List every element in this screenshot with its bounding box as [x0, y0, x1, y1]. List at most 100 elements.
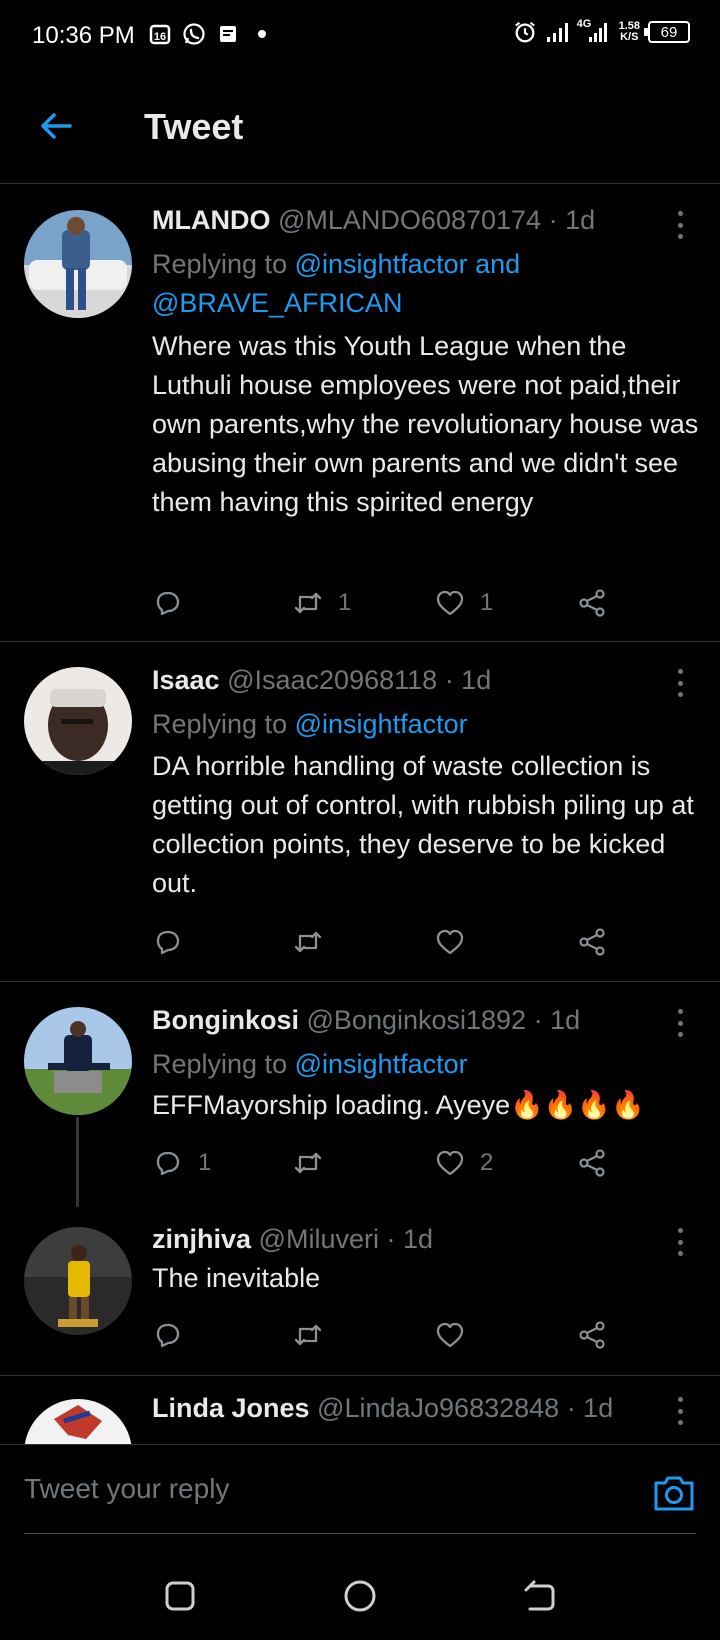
avatar[interactable]: [24, 1399, 132, 1444]
more-options-icon[interactable]: [668, 1005, 692, 1041]
tweet-actions: 1 1: [152, 583, 622, 623]
reply-underline: [24, 1533, 696, 1534]
top-bar: Tweet: [0, 72, 720, 184]
comment-icon: [156, 1151, 180, 1176]
tweet-item[interactable]: zinjhiva @Miluveri · 1d The inevitable: [0, 1207, 720, 1376]
replying-mentions[interactable]: @insightfactor: [295, 1049, 468, 1079]
tweet-header: MLANDO @MLANDO60870174 · 1d: [152, 205, 660, 236]
reply-button[interactable]: [152, 1315, 198, 1355]
back-nav-button[interactable]: [520, 1576, 560, 1616]
svg-text:16: 16: [154, 31, 166, 43]
camera-button[interactable]: [652, 1473, 696, 1513]
battery-level: 69: [660, 23, 678, 41]
replying-prefix: Replying to: [152, 249, 288, 279]
more-options-icon[interactable]: [668, 207, 692, 243]
tweet-header: Isaac @Isaac20968118 · 1d: [152, 665, 660, 696]
tweet-time: · 1d: [566, 1393, 614, 1423]
like-button[interactable]: 1: [434, 583, 493, 623]
reply-count: 1: [198, 1149, 212, 1176]
tweet-item[interactable]: Linda Jones @LindaJo96832848 · 1d: [0, 1377, 720, 1444]
status-left-icons: 16: [148, 22, 274, 46]
retweet-button[interactable]: [292, 1315, 338, 1355]
retweet-icon: [294, 1324, 322, 1346]
avatar[interactable]: [24, 1227, 132, 1335]
reply-input[interactable]: [24, 1473, 584, 1505]
avatar[interactable]: [24, 1007, 132, 1115]
tweet-item[interactable]: Bonginkosi @Bonginkosi1892 · 1d Replying…: [0, 983, 720, 1207]
avatar[interactable]: [24, 210, 132, 318]
like-button[interactable]: 2: [434, 1143, 493, 1183]
tweet-text: The inevitable: [152, 1263, 321, 1293]
retweet-icon: [294, 931, 322, 953]
like-button[interactable]: [434, 1315, 480, 1355]
status-time: 10:36 PM: [32, 22, 135, 49]
status-bar: 10:36 PM 16 4G 1.58 K/S 69: [0, 0, 720, 72]
heart-icon: [436, 929, 464, 955]
retweet-button[interactable]: 1: [292, 583, 351, 623]
avatar[interactable]: [24, 667, 132, 775]
recents-button[interactable]: [160, 1576, 200, 1616]
tweet-text: EFFMayorship loading. Ayeye🔥🔥🔥🔥: [152, 1090, 645, 1120]
replying-to: Replying to @insightfactor and @BRAVE_AF…: [152, 245, 700, 323]
square-icon: [165, 1581, 195, 1611]
tweet-time: · 1d: [548, 205, 596, 235]
share-button[interactable]: [576, 922, 608, 962]
back-button[interactable]: [36, 106, 76, 146]
author-name[interactable]: zinjhiva: [152, 1224, 251, 1254]
author-handle[interactable]: @LindaJo96832848: [317, 1393, 559, 1423]
tweet-item[interactable]: MLANDO @MLANDO60870174 · 1d Replying to …: [0, 185, 720, 642]
author-handle[interactable]: @Bonginkosi1892: [307, 1005, 527, 1035]
tweet-text: DA horrible handling of waste collection…: [152, 751, 694, 898]
net-speed: 1.58 K/S: [619, 21, 640, 43]
battery-indicator: 69: [644, 21, 690, 43]
tweet-time: · 1d: [386, 1224, 434, 1254]
more-options-icon[interactable]: [668, 1393, 692, 1429]
share-icon: [579, 1321, 605, 1349]
thread-connector: [76, 1117, 79, 1207]
share-button[interactable]: [576, 583, 608, 623]
reply-button[interactable]: [152, 922, 198, 962]
tweet-header: Linda Jones @LindaJo96832848 · 1d: [152, 1393, 660, 1424]
author-name[interactable]: Isaac: [152, 665, 220, 695]
replying-prefix: Replying to: [152, 709, 288, 739]
tweet-header: Bonginkosi @Bonginkosi1892 · 1d: [152, 1005, 660, 1036]
back-arrow-icon: [524, 1580, 555, 1611]
more-options-icon[interactable]: [668, 665, 692, 701]
replying-prefix: Replying to: [152, 1049, 288, 1079]
retweet-count: 1: [338, 589, 352, 616]
like-count: 1: [480, 589, 494, 616]
like-count: 2: [480, 1149, 494, 1176]
tweet-header: zinjhiva @Miluveri · 1d: [152, 1224, 660, 1255]
share-icon: [579, 928, 605, 956]
author-handle[interactable]: @Miluveri: [259, 1224, 379, 1254]
alarm-icon: [513, 20, 537, 44]
tweet-time: · 1d: [533, 1005, 581, 1035]
like-button[interactable]: [434, 922, 480, 962]
share-button[interactable]: [576, 1315, 608, 1355]
home-button[interactable]: [340, 1576, 380, 1616]
author-name[interactable]: MLANDO: [152, 205, 270, 235]
tweet-time: · 1d: [444, 665, 492, 695]
retweet-icon: [294, 592, 322, 614]
more-options-icon[interactable]: [668, 1224, 692, 1260]
arrow-left-icon: [41, 113, 72, 139]
share-icon: [579, 589, 605, 617]
tweet-text: Where was this Youth League when the Lut…: [152, 331, 699, 517]
retweet-button[interactable]: [292, 1143, 338, 1183]
author-name[interactable]: Linda Jones: [152, 1393, 310, 1423]
retweet-button[interactable]: [292, 922, 338, 962]
message-icon: [216, 22, 240, 46]
author-name[interactable]: Bonginkosi: [152, 1005, 299, 1035]
author-handle[interactable]: @Isaac20968118: [227, 665, 437, 695]
share-button[interactable]: [576, 1143, 608, 1183]
reply-button[interactable]: [152, 583, 198, 623]
tweet-item[interactable]: Isaac @Isaac20968118 · 1d Replying to @i…: [0, 643, 720, 982]
replying-to: Replying to @insightfactor: [152, 705, 700, 744]
signal-icon: [545, 20, 569, 44]
reply-button[interactable]: 1: [152, 1143, 211, 1183]
replying-mentions[interactable]: @insightfactor: [295, 709, 468, 739]
system-nav-bar: [0, 1548, 720, 1640]
author-handle[interactable]: @MLANDO60870174: [278, 205, 541, 235]
share-icon: [579, 1149, 605, 1177]
signal-4g-icon: 4G: [577, 18, 611, 44]
